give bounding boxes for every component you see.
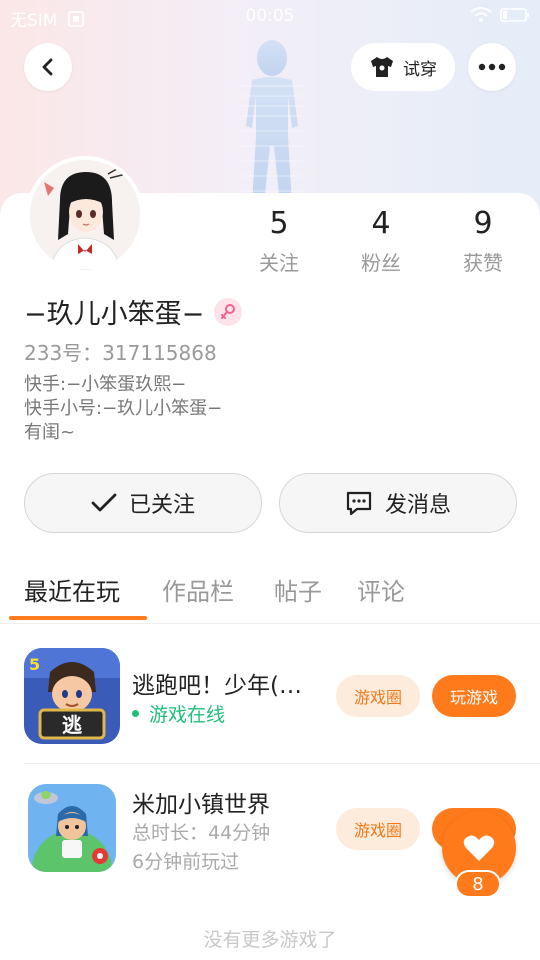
followed-label: 已关注 <box>128 493 195 518</box>
list-divider <box>24 763 540 764</box>
battery-icon <box>500 8 529 22</box>
miga-town-icon <box>28 784 116 872</box>
stat-likes-value: 9 <box>473 206 493 241</box>
wifi-icon <box>470 7 492 22</box>
clock: 00:05 <box>245 6 295 26</box>
stat-fans-label: 粉丝 <box>361 251 401 275</box>
stat-fans-value: 4 <box>371 206 391 241</box>
profile-stats: 5 关注 4 粉丝 9 获赞 <box>228 207 540 276</box>
game-list-item[interactable]: 5 逃 逃跑吧！少年(… 游戏在线 游戏圈 玩游戏 <box>0 648 540 768</box>
more-options-button[interactable] <box>468 43 516 91</box>
active-tab-indicator <box>9 616 147 620</box>
female-gender-icon <box>214 297 243 326</box>
chevron-left-icon <box>42 58 53 76</box>
stat-following[interactable]: 5 关注 <box>228 207 330 276</box>
bio-line: 有闺~ <box>24 422 76 443</box>
tab-comments[interactable]: 评论 <box>357 572 405 607</box>
tshirt-icon <box>371 57 393 77</box>
try-on-label: 试穿 <box>403 59 437 80</box>
game-online-status: 游戏在线 <box>132 700 225 727</box>
nickname: −玖儿小笨蛋− <box>24 299 205 330</box>
avatar-figure-silhouette <box>242 40 302 204</box>
online-dot-icon <box>132 710 139 717</box>
nickname-row: −玖儿小笨蛋− <box>24 292 243 331</box>
svg-text:逃: 逃 <box>62 713 83 737</box>
back-button[interactable] <box>24 43 72 91</box>
followed-button[interactable]: 已关注 <box>24 473 262 533</box>
game-title: 逃跑吧！少年(… <box>132 673 302 699</box>
stat-following-label: 关注 <box>259 251 299 275</box>
game-circle-button[interactable]: 游戏圈 <box>336 675 420 717</box>
game-circle-button[interactable]: 游戏圈 <box>336 808 420 850</box>
stat-likes[interactable]: 9 获赞 <box>432 207 534 276</box>
heart-icon <box>463 835 495 861</box>
status-bar: 无SIM 00:05 <box>0 0 540 34</box>
game-title: 米加小镇世界 <box>132 792 270 818</box>
avatar-illustration <box>30 160 140 270</box>
bio: 快手:−小笨蛋玖熙− 快手小号:−玖儿小笨蛋− 有闺~ <box>24 373 222 445</box>
user-id: 233号：317115868 <box>24 341 217 365</box>
more-dots-icon <box>478 63 506 71</box>
checkmark-icon <box>91 493 117 512</box>
stat-fans[interactable]: 4 粉丝 <box>330 207 432 276</box>
play-game-button[interactable]: 玩游戏 <box>432 675 516 717</box>
tab-works[interactable]: 作品栏 <box>162 572 234 607</box>
escape-game-icon: 5 逃 <box>24 648 120 744</box>
avatar[interactable] <box>26 156 144 274</box>
send-message-button[interactable]: 发消息 <box>279 473 517 533</box>
stat-following-value: 5 <box>269 206 289 241</box>
bio-line: 快手小号:−玖儿小笨蛋− <box>24 398 223 419</box>
tab-recently-played[interactable]: 最近在玩 <box>24 572 120 607</box>
no-more-games-text: 没有更多游戏了 <box>203 929 337 951</box>
game-total-duration: 总时长：44分钟 <box>132 822 271 844</box>
try-on-button[interactable]: 试穿 <box>351 43 455 91</box>
tab-posts[interactable]: 帖子 <box>274 572 322 607</box>
like-count-badge: 8 <box>455 870 501 898</box>
send-message-label: 发消息 <box>384 493 451 518</box>
stat-likes-label: 获赞 <box>463 251 503 275</box>
svg-text:5: 5 <box>29 655 40 674</box>
game-status-text: 游戏在线 <box>149 704 226 726</box>
chat-bubble-icon <box>346 491 372 516</box>
game-last-played: 6分钟前玩过 <box>132 851 240 873</box>
bio-line: 快手:−小笨蛋玖熙− <box>24 374 187 395</box>
